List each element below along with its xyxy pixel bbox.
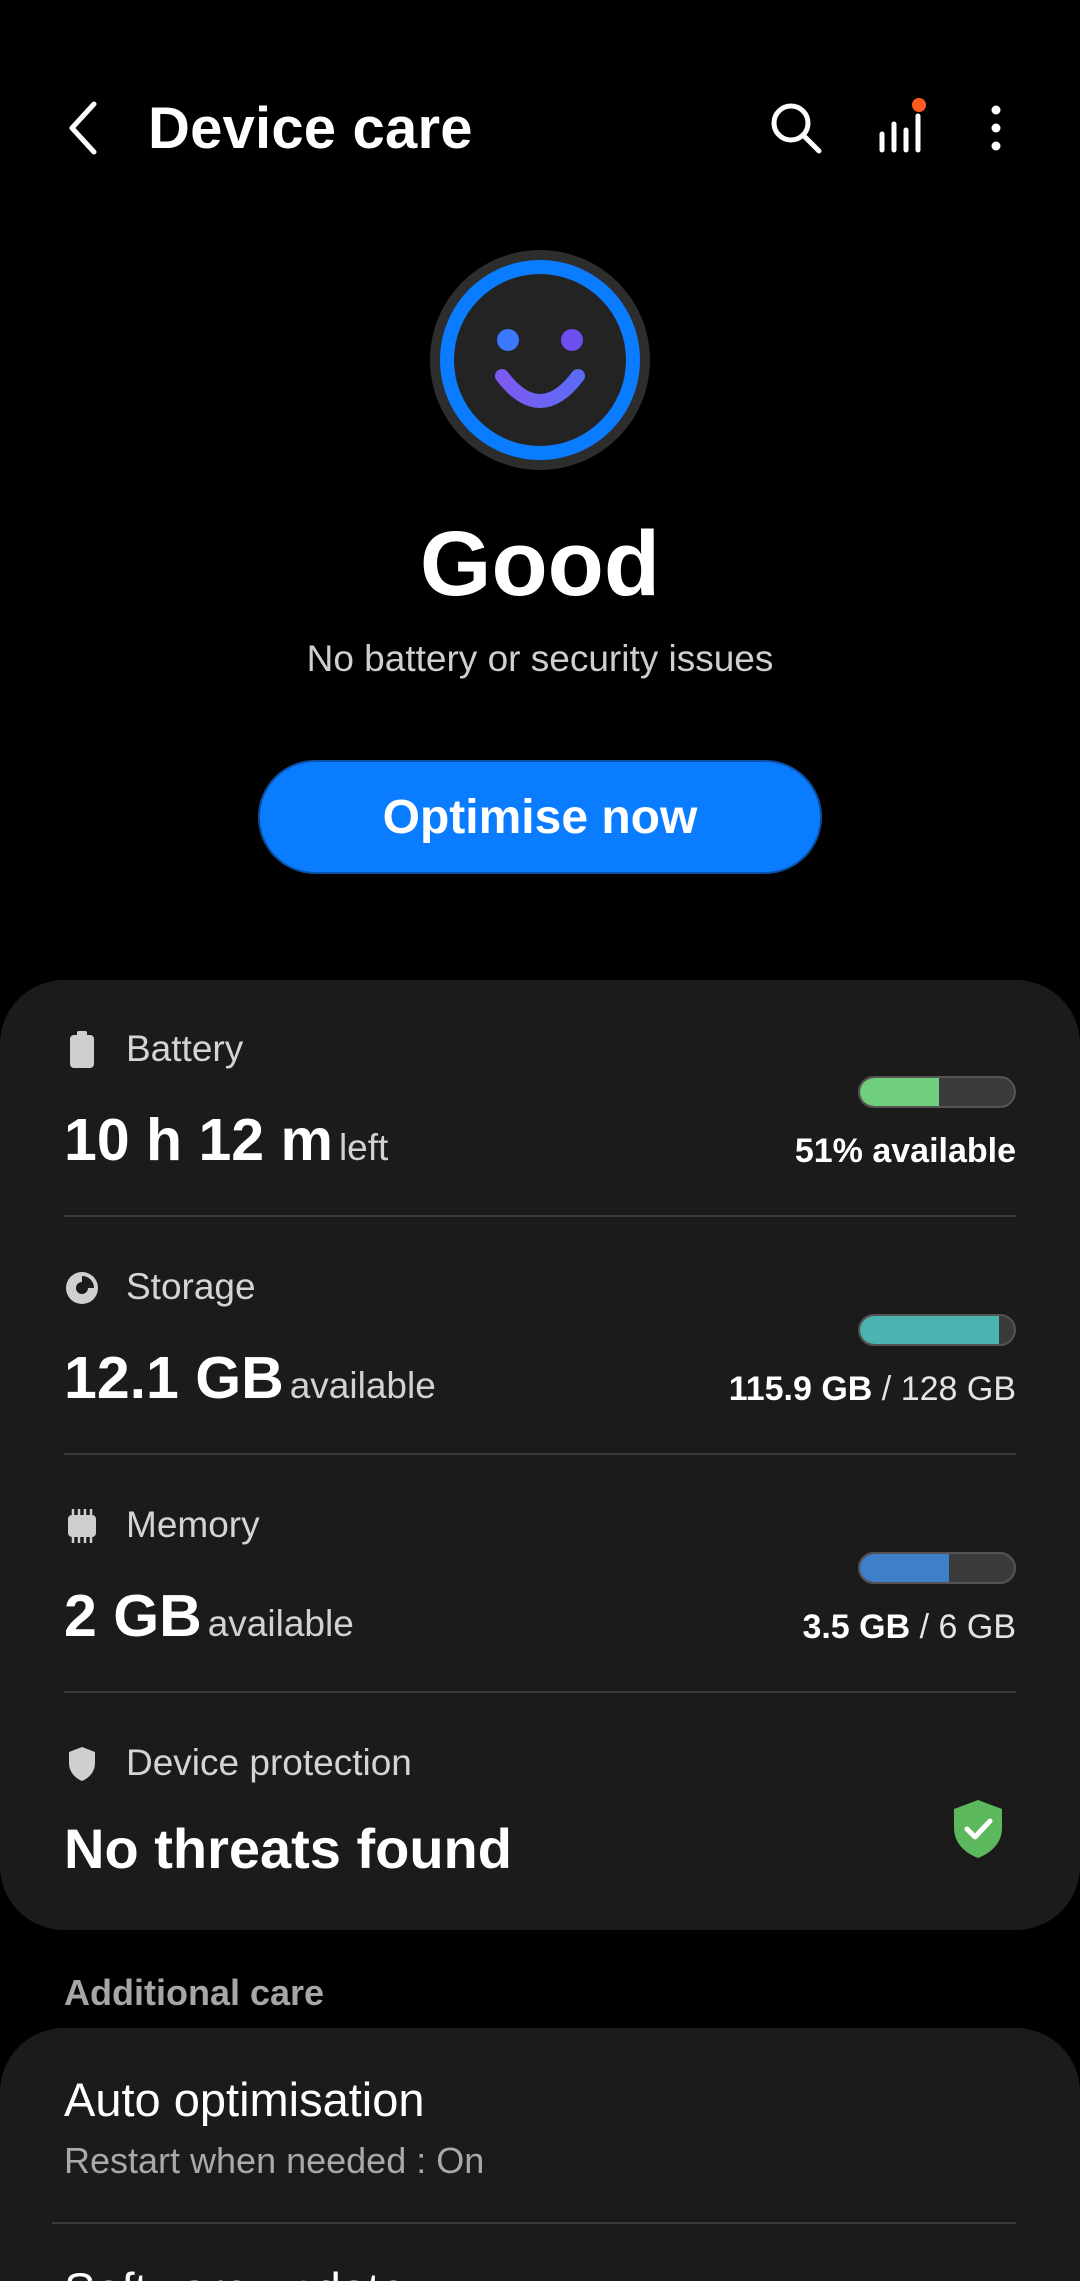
- divider: [52, 2222, 1016, 2224]
- battery-row[interactable]: Battery 10 h 12 m left 51% available: [64, 1028, 1016, 1218]
- memory-meter-fill: [860, 1554, 950, 1582]
- more-vertical-icon[interactable]: [956, 88, 1036, 168]
- memory-meter: [858, 1552, 1016, 1584]
- status-subtitle: No battery or security issues: [306, 638, 774, 679]
- memory-chip-icon: [64, 1506, 100, 1546]
- battery-icon: [64, 1030, 100, 1070]
- software-update-title[interactable]: Software update: [64, 2262, 406, 2281]
- memory-total: / 6 GB: [910, 1608, 1016, 1646]
- device-protection-label: Device protection: [126, 1742, 412, 1783]
- battery-unit: left: [338, 1127, 389, 1168]
- memory-available: 2 GB: [64, 1583, 202, 1649]
- storage-used: 115.9 GB: [728, 1370, 873, 1408]
- memory-unit: available: [207, 1603, 354, 1644]
- divider: [64, 1453, 1016, 1455]
- pie-chart-icon: [64, 1268, 100, 1308]
- storage-meter-text: 115.9 GB / 128 GB: [729, 1370, 1016, 1409]
- storage-value: 12.1 GB available: [64, 1344, 436, 1412]
- battery-meter: [858, 1076, 1016, 1108]
- protection-status: No threats found: [64, 1817, 512, 1880]
- memory-meter-text: 3.5 GB / 6 GB: [802, 1608, 1016, 1647]
- memory-used: 3.5 GB: [802, 1608, 911, 1646]
- storage-available: 12.1 GB: [64, 1345, 284, 1411]
- app-bar: Device care: [0, 0, 1080, 260]
- storage-label: Storage: [126, 1266, 256, 1307]
- section-title-additional-care: Additional care: [64, 1972, 325, 2013]
- device-care-screen: Device care Good No battery or security …: [0, 0, 1080, 2281]
- auto-optimisation-summary: Restart when needed : On: [64, 2140, 485, 2181]
- divider: [64, 1691, 1016, 1693]
- auto-optimisation-title[interactable]: Auto optimisation: [64, 2072, 425, 2127]
- storage-meter-fill: [860, 1316, 1000, 1344]
- memory-label: Memory: [126, 1504, 260, 1545]
- status-title: Good: [419, 513, 661, 615]
- storage-row[interactable]: Storage 12.1 GB available 115.9 GB / 128 …: [64, 1266, 1016, 1456]
- smiley-face-icon: [428, 248, 652, 472]
- notification-dot: [912, 98, 926, 112]
- search-icon[interactable]: [756, 88, 836, 168]
- divider: [64, 1215, 1016, 1217]
- battery-time: 10 h 12 m: [64, 1107, 333, 1173]
- storage-total: / 128 GB: [872, 1370, 1016, 1408]
- storage-meter: [858, 1314, 1016, 1346]
- shield-icon: [64, 1744, 100, 1784]
- device-protection-value: No threats found: [64, 1816, 512, 1881]
- memory-value: 2 GB available: [64, 1582, 354, 1650]
- battery-percent: 51% available: [794, 1132, 1016, 1170]
- battery-meter-fill: [860, 1078, 939, 1106]
- battery-label: Battery: [126, 1028, 244, 1069]
- back-arrow-icon[interactable]: [48, 88, 120, 168]
- memory-row[interactable]: Memory 2 GB available 3.5 GB / 6 GB: [64, 1504, 1016, 1694]
- page-title: Device care: [148, 96, 473, 161]
- device-protection-row[interactable]: Device protection No threats found: [64, 1742, 1016, 1902]
- battery-meter-text: 51% available: [795, 1132, 1016, 1171]
- optimise-now-button[interactable]: Optimise now: [258, 760, 822, 874]
- bar-chart-icon[interactable]: [860, 88, 940, 168]
- storage-unit: available: [289, 1365, 436, 1406]
- battery-value: 10 h 12 m left: [64, 1106, 388, 1174]
- shield-check-icon: [950, 1798, 1006, 1860]
